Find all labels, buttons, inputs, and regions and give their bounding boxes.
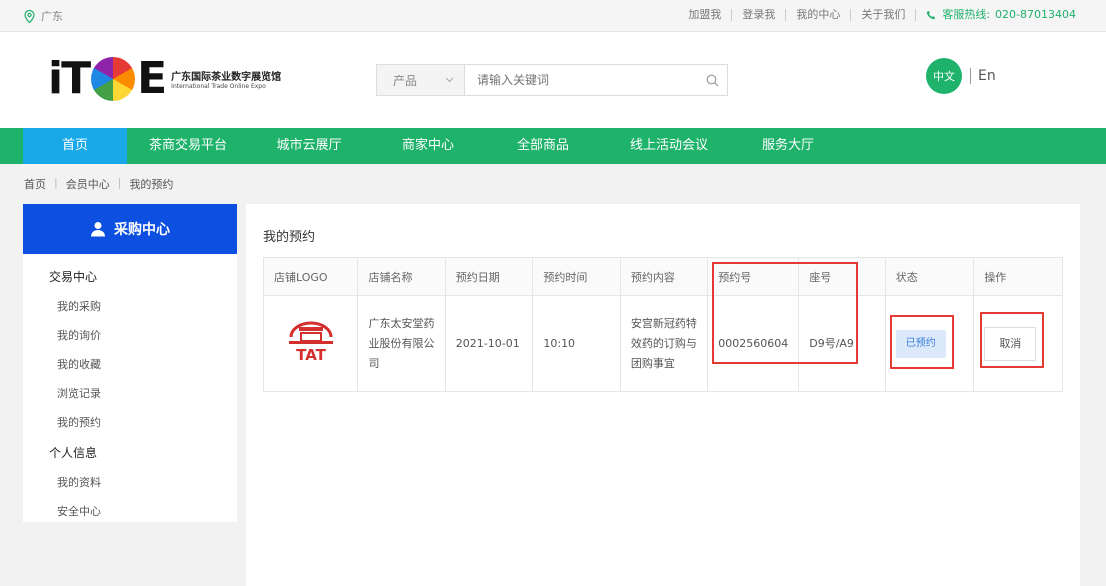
sidebar-header: 采购中心: [23, 204, 237, 254]
breadcrumb-separator: |: [54, 176, 58, 189]
shop-name-cell: 广东太安堂药业股份有限公司: [357, 295, 446, 392]
chevron-down-icon: [445, 77, 454, 83]
column-header: 预约内容: [619, 257, 709, 296]
highlight-box-booking-number: [712, 262, 858, 364]
column-header: 店铺名称: [357, 257, 446, 296]
top-link-register[interactable]: 加盟我: [678, 9, 731, 21]
search-button[interactable]: [697, 65, 727, 95]
location-selector[interactable]: 广东: [24, 8, 63, 24]
breadcrumb-home[interactable]: 首页: [24, 176, 46, 192]
logo-cn-text: 广东国际茶业数字展览馆: [171, 72, 282, 83]
column-header: 预约日期: [444, 257, 534, 296]
site-header: iT E 广东国际茶业数字展览馆 International Trade Onl…: [0, 32, 1106, 128]
column-header: 预约时间: [532, 257, 621, 296]
sidebar-item-browse-history[interactable]: 浏览记录: [23, 385, 237, 401]
sidebar: 采购中心 交易中心 我的采购 我的询价 我的收藏 浏览记录 我的预约 个人信息 …: [23, 204, 237, 522]
highlight-box-status: [890, 315, 954, 369]
main-nav: 首页 茶商交易平台 城市云展厅 商家中心 全部商品 线上活动会议 服务大厅: [0, 128, 1106, 164]
hotline-label: 客服热线:: [942, 8, 991, 21]
shop-logo-cell: TAT: [262, 295, 359, 392]
booking-date-cell: 2021-10-01: [444, 295, 534, 392]
search-input[interactable]: [465, 65, 697, 95]
lang-zh-button[interactable]: 中文: [926, 58, 962, 94]
lang-divider: [970, 68, 971, 84]
sidebar-item-my-purchases[interactable]: 我的采购: [23, 298, 237, 314]
breadcrumb-current: 我的预约: [129, 178, 174, 191]
shop-logo-image: TAT: [288, 321, 333, 364]
nav-item-merchant-center[interactable]: 商家中心: [369, 128, 487, 164]
column-header: 店铺LOGO: [262, 257, 359, 296]
nav-item-city-cloud-hall[interactable]: 城市云展厅: [249, 128, 369, 164]
nav-item-online-events[interactable]: 线上活动会议: [599, 128, 739, 164]
search-bar: 产品: [376, 64, 728, 96]
sidebar-group-personal: 个人信息: [49, 446, 98, 460]
sidebar-item-my-favorites[interactable]: 我的收藏: [23, 356, 237, 372]
site-logo[interactable]: iT E 广东国际茶业数字展览馆 International Trade Onl…: [48, 54, 281, 104]
sidebar-item-security-center[interactable]: 安全中心: [23, 503, 237, 519]
color-wheel-icon: [91, 57, 136, 101]
nav-item-all-products[interactable]: 全部商品: [487, 128, 599, 164]
shop-logo-text: TAT: [296, 346, 327, 364]
breadcrumb-member-center[interactable]: 会员中心: [66, 176, 110, 192]
nav-item-service-hall[interactable]: 服务大厅: [739, 128, 837, 164]
column-header: 操作: [973, 257, 1063, 296]
nav-item-trade-platform[interactable]: 茶商交易平台: [127, 128, 249, 164]
hotline-number: 020-87013404: [995, 8, 1076, 21]
breadcrumb-separator: |: [117, 176, 122, 189]
top-link-about[interactable]: 关于我们: [850, 9, 915, 21]
search-icon: [706, 74, 718, 86]
booking-time-cell: 10:10: [532, 295, 621, 392]
top-link-login[interactable]: 登录我: [731, 9, 785, 21]
main-panel: 我的预约 店铺LOGO 店铺名称 预约日期 预约时间 预约内容 预约号 座号 状…: [246, 204, 1080, 586]
location-label: 广东: [41, 10, 63, 23]
top-bar: 广东 加盟我 登录我 我的中心 关于我们 客服热线: 020-87013404: [0, 0, 1106, 32]
page-title: 我的预约: [263, 230, 316, 245]
logo-letters-left: iT: [48, 53, 91, 104]
logo-wordmark: iT E: [48, 53, 167, 104]
sidebar-item-my-bookings[interactable]: 我的预约: [23, 414, 237, 430]
highlight-box-action: [980, 312, 1044, 368]
hotline: 客服热线: 020-87013404: [915, 9, 1076, 21]
location-pin-icon: [24, 9, 35, 23]
logo-subtitle: 广东国际茶业数字展览馆 International Trade Online E…: [171, 68, 281, 90]
phone-icon: [927, 10, 936, 19]
logo-letters-right: E: [137, 53, 167, 104]
breadcrumb: 首页 | 会员中心 | 我的预约: [24, 176, 173, 192]
sidebar-item-my-inquiries[interactable]: 我的询价: [23, 327, 237, 343]
user-icon: [91, 222, 105, 237]
search-category-select[interactable]: 产品: [377, 65, 465, 95]
logo-en-text: International Trade Online Expo: [171, 83, 266, 90]
table-header-row: 店铺LOGO 店铺名称 预约日期 预约时间 预约内容 预约号 座号 状态 操作: [262, 257, 1063, 296]
sidebar-item-my-profile[interactable]: 我的资料: [23, 474, 237, 490]
sidebar-title: 采购中心: [114, 222, 170, 238]
lang-en-button[interactable]: En: [978, 68, 996, 84]
language-switcher: 中文 En: [926, 58, 996, 94]
top-link-my-center[interactable]: 我的中心: [785, 9, 850, 21]
booking-content-cell: 安宫新冠药特效药的订购与团购事宜: [619, 295, 709, 392]
top-links: 加盟我 登录我 我的中心 关于我们 客服热线: 020-87013404: [678, 9, 1076, 21]
column-header: 状态: [884, 257, 975, 296]
nav-item-home[interactable]: 首页: [23, 128, 127, 164]
search-category-label: 产品: [393, 73, 418, 88]
sidebar-group-trade: 交易中心: [49, 270, 98, 284]
